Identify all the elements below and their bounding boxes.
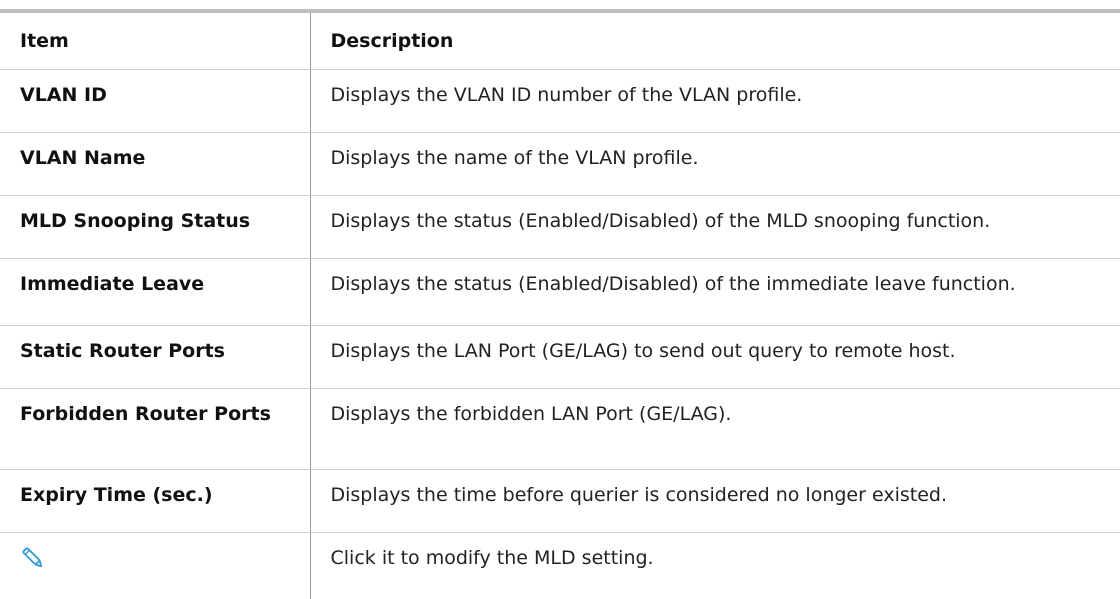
row-item: Forbidden Router Ports (0, 389, 310, 470)
row-item: VLAN Name (0, 133, 310, 196)
row-description: Displays the forbidden LAN Port (GE/LAG)… (310, 389, 1120, 470)
table-row: Static Router Ports Displays the LAN Por… (0, 326, 1120, 389)
row-item: VLAN ID (0, 70, 310, 133)
table-row: VLAN ID Displays the VLAN ID number of t… (0, 70, 1120, 133)
table-row: Immediate Leave Displays the status (Ena… (0, 259, 1120, 326)
pencil-edit-icon[interactable] (20, 545, 46, 571)
row-description: Displays the status (Enabled/Disabled) o… (310, 196, 1120, 259)
row-description: Displays the name of the VLAN profile. (310, 133, 1120, 196)
row-item: MLD Snooping Status (0, 196, 310, 259)
row-item: Static Router Ports (0, 326, 310, 389)
row-description: Displays the time before querier is cons… (310, 470, 1120, 533)
table-row: Click it to modify the MLD setting. (0, 533, 1120, 599)
header-item: Item (0, 13, 310, 70)
row-description: Displays the VLAN ID number of the VLAN … (310, 70, 1120, 133)
table-row: VLAN Name Displays the name of the VLAN … (0, 133, 1120, 196)
row-item: Immediate Leave (0, 259, 310, 326)
description-table: Item Description VLAN ID Displays the VL… (0, 13, 1120, 599)
table-row: Forbidden Router Ports Displays the forb… (0, 389, 1120, 470)
row-item-icon-cell (0, 533, 310, 599)
row-description: Displays the LAN Port (GE/LAG) to send o… (310, 326, 1120, 389)
row-description: Click it to modify the MLD setting. (310, 533, 1120, 599)
table-header-row: Item Description (0, 13, 1120, 70)
table-row: Expiry Time (sec.) Displays the time bef… (0, 470, 1120, 533)
row-description: Displays the status (Enabled/Disabled) o… (310, 259, 1120, 326)
table-row: MLD Snooping Status Displays the status … (0, 196, 1120, 259)
row-item: Expiry Time (sec.) (0, 470, 310, 533)
header-description: Description (310, 13, 1120, 70)
